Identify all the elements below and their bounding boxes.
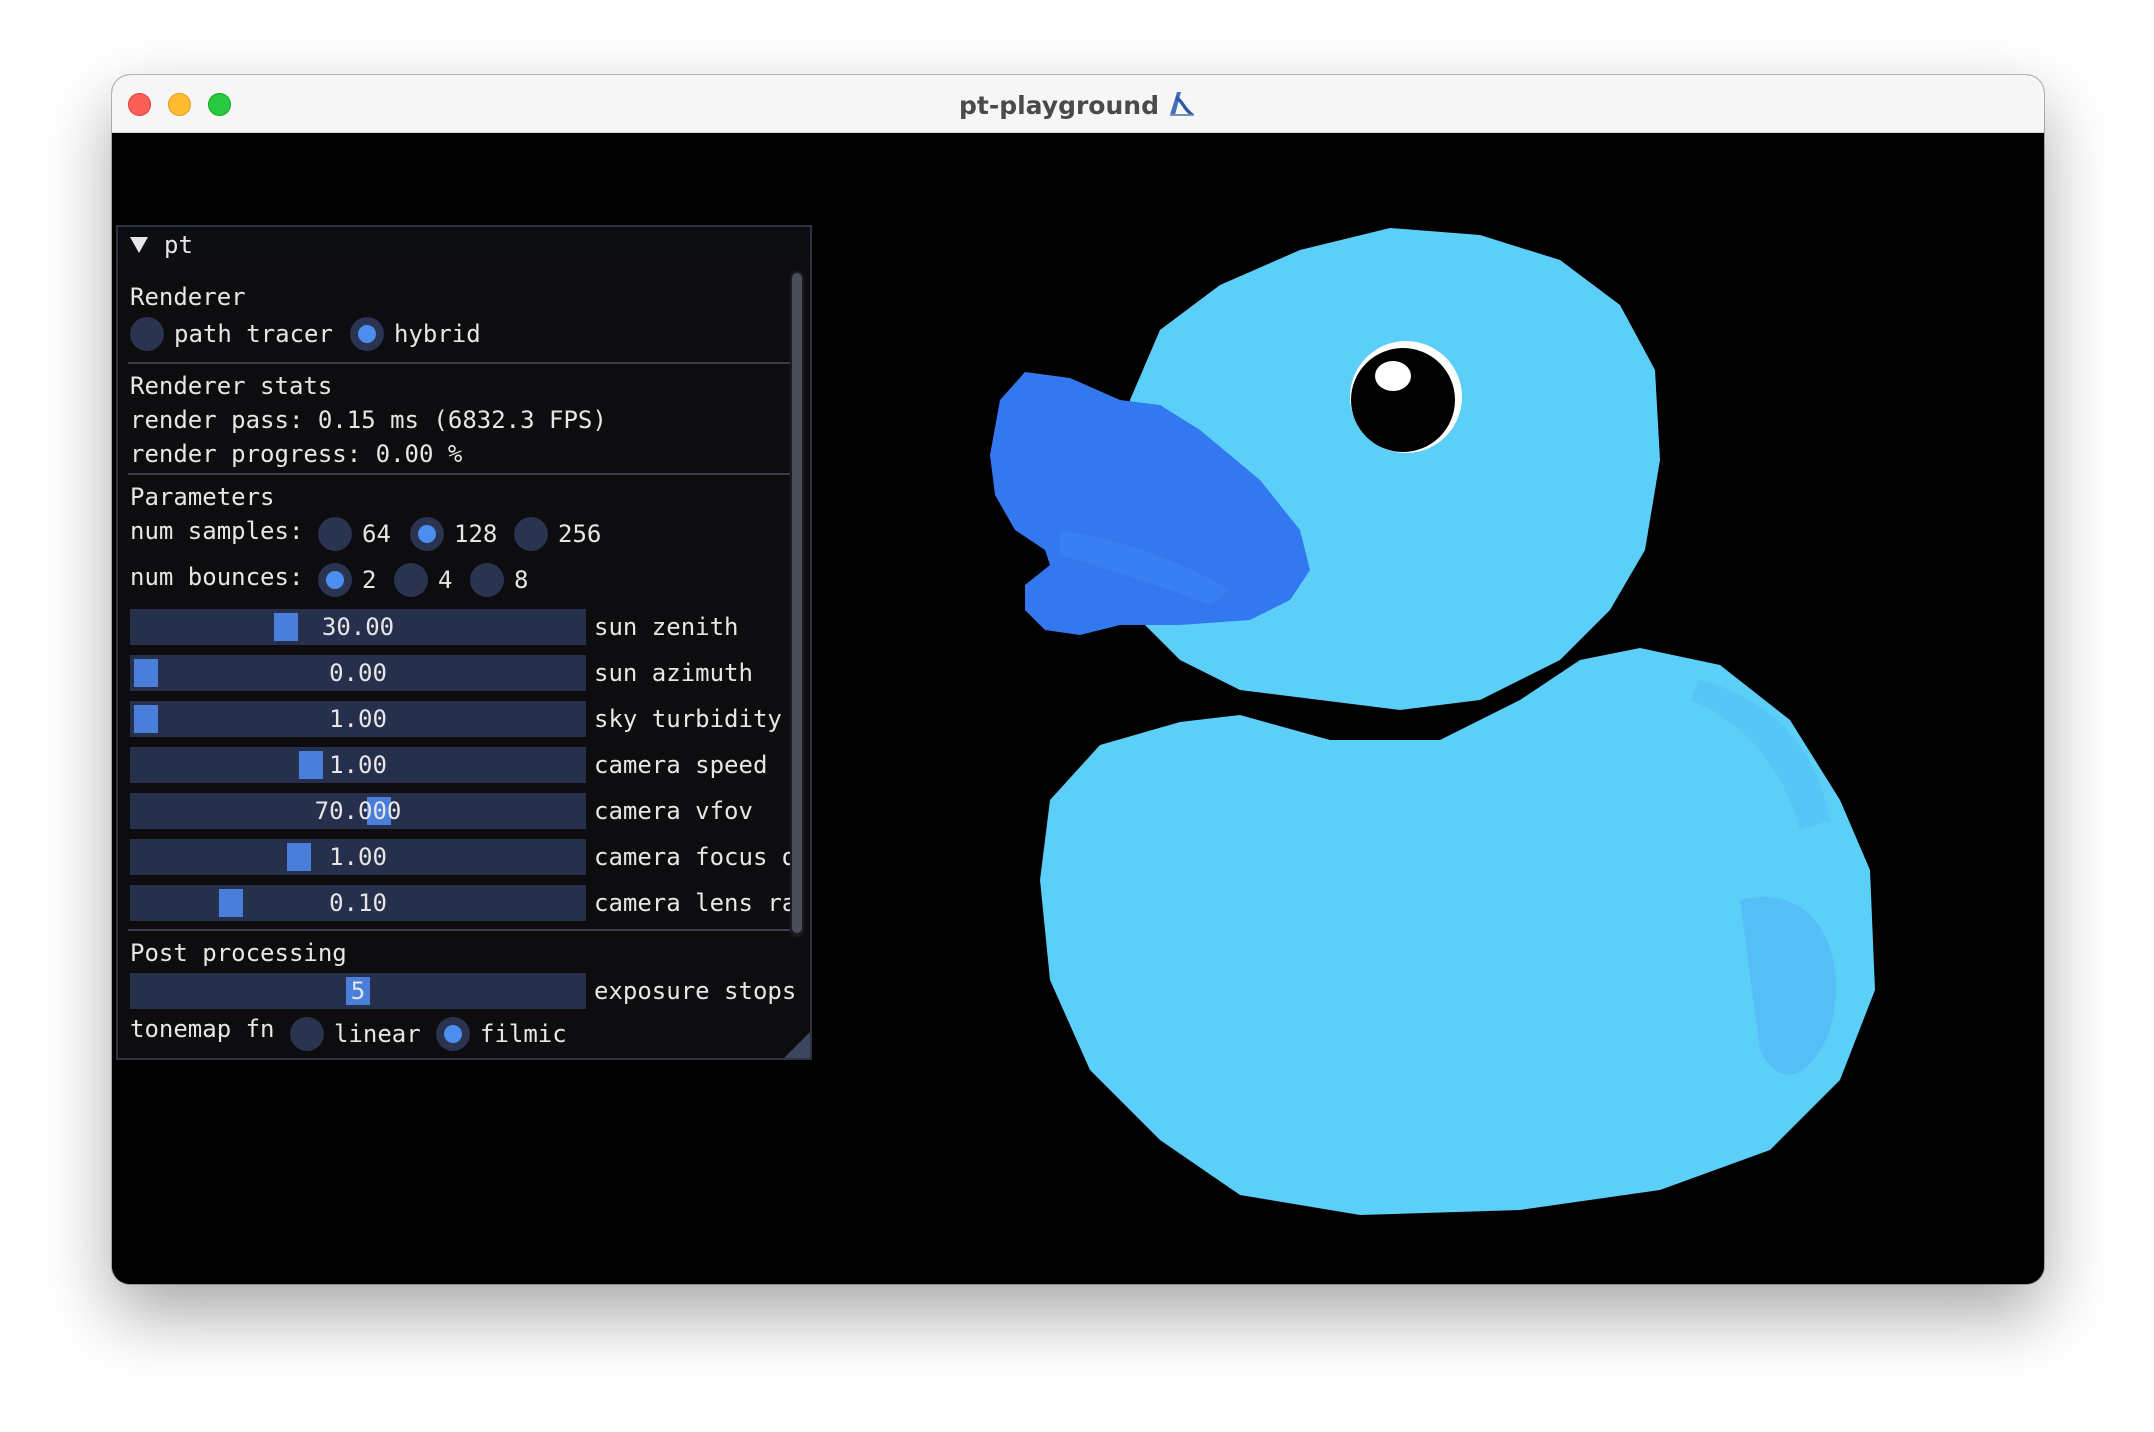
slider-camera-vfov-value: 70.000 — [314, 797, 402, 825]
panel-header[interactable]: pt — [118, 227, 810, 263]
slider-sky-turbidity[interactable]: 1.00 — [130, 701, 586, 737]
num-samples-label: num samples: — [130, 517, 304, 545]
slider-camera-vfov[interactable]: 70.000 — [130, 793, 586, 829]
render-progress-text: render progress: 0.00 % — [130, 440, 463, 468]
slider-camera-speed-label: camera speed — [594, 751, 768, 779]
radio-bounces-4-label: 4 — [438, 566, 453, 594]
stats-heading: Renderer stats — [130, 372, 333, 400]
radio-hybrid[interactable] — [350, 317, 384, 351]
radio-bounces-8-label: 8 — [514, 566, 529, 594]
panel-scrollbar[interactable] — [790, 271, 804, 937]
slider-camera-lens-ra-value: 0.10 — [329, 889, 387, 917]
slider-sun-azimuth[interactable]: 0.00 — [130, 655, 586, 691]
slider-camera-speed-value: 1.00 — [329, 751, 387, 779]
slider-sky-turbidity-value: 1.00 — [329, 705, 387, 733]
collapse-triangle-icon[interactable] — [130, 237, 148, 253]
slider-sun-zenith-label: sun zenith — [594, 613, 739, 641]
radio-bounces-8[interactable] — [470, 563, 504, 597]
slider-sky-turbidity-label: sky turbidity — [594, 705, 782, 733]
slide-icon — [1167, 88, 1197, 124]
radio-samples-128-label: 128 — [454, 520, 498, 548]
radio-samples-64-label: 64 — [362, 520, 391, 548]
radio-path-tracer[interactable] — [130, 317, 164, 351]
radio-samples-128[interactable] — [410, 517, 444, 551]
slider-camera-vfov-label: camera vfov — [594, 797, 753, 825]
slider-camera-focus-d-label: camera focus d — [594, 843, 796, 871]
slider-sun-azimuth-label: sun azimuth — [594, 659, 753, 687]
radio-hybrid-label: hybrid — [394, 320, 481, 348]
radio-samples-64[interactable] — [318, 517, 352, 551]
tonemap-label: tonemap fn — [130, 1015, 275, 1043]
slider-camera-focus-d-value: 1.00 — [329, 843, 387, 871]
window-title: pt-playground — [112, 88, 2044, 124]
duck-eye-highlight — [1375, 361, 1411, 391]
radio-path-tracer-label: path tracer — [174, 320, 333, 348]
slider-sun-zenith[interactable]: 30.00 — [130, 609, 586, 645]
imgui-panel[interactable]: pt Renderer path tracer hybrid Renderer … — [116, 225, 812, 1060]
panel-title: pt — [164, 231, 193, 259]
slider-exposure[interactable]: 5 — [130, 973, 586, 1009]
resize-grip-icon[interactable] — [784, 1032, 810, 1058]
slider-camera-focus-d[interactable]: 1.00 — [130, 839, 586, 875]
app-window: pt-playground pt Renderer path tracer hy… — [112, 75, 2044, 1284]
radio-tonemap-linear[interactable] — [290, 1017, 324, 1051]
slider-exposure-value: 5 — [350, 977, 366, 1005]
slider-sun-zenith-value: 30.00 — [321, 613, 395, 641]
radio-bounces-2[interactable] — [318, 563, 352, 597]
radio-tonemap-filmic[interactable] — [436, 1017, 470, 1051]
separator — [128, 473, 792, 475]
renderer-heading: Renderer — [130, 283, 246, 311]
separator — [128, 362, 792, 364]
parameters-heading: Parameters — [130, 483, 275, 511]
radio-samples-256[interactable] — [514, 517, 548, 551]
render-viewport[interactable]: pt Renderer path tracer hybrid Renderer … — [112, 133, 2044, 1284]
radio-tonemap-filmic-label: filmic — [480, 1020, 567, 1048]
radio-bounces-4[interactable] — [394, 563, 428, 597]
separator — [128, 929, 792, 931]
radio-samples-256-label: 256 — [558, 520, 602, 548]
radio-bounces-2-label: 2 — [362, 566, 377, 594]
slider-camera-speed[interactable]: 1.00 — [130, 747, 586, 783]
window-title-text: pt-playground — [959, 91, 1159, 120]
num-bounces-label: num bounces: — [130, 563, 304, 591]
panel-scrollbar-thumb[interactable] — [792, 273, 802, 933]
slider-camera-lens-ra-label: camera lens ra — [594, 889, 796, 917]
slider-sun-azimuth-value: 0.00 — [329, 659, 387, 687]
render-pass-text: render pass: 0.15 ms (6832.3 FPS) — [130, 406, 607, 434]
title-bar[interactable]: pt-playground — [112, 75, 2044, 133]
post-processing-heading: Post processing — [130, 939, 347, 967]
radio-tonemap-linear-label: linear — [334, 1020, 421, 1048]
slider-camera-lens-ra[interactable]: 0.10 — [130, 885, 586, 921]
slider-exposure-label: exposure stops — [594, 977, 796, 1005]
